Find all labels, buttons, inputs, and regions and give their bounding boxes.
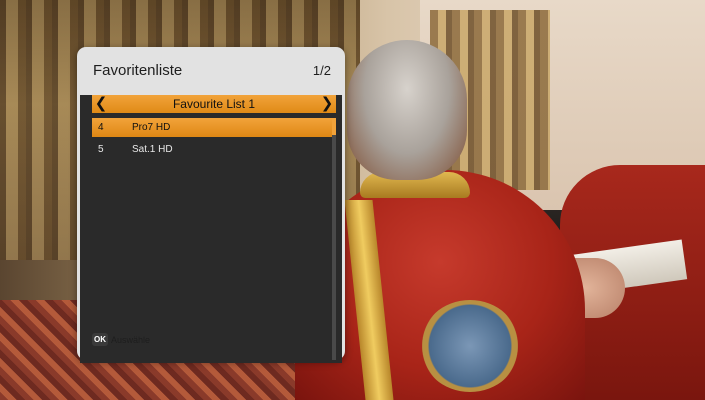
channel-row-selected[interactable]: 4 Pro7 HD <box>92 118 332 137</box>
ok-key-icon: OK <box>92 333 108 346</box>
chevron-left-icon[interactable]: ❮ <box>92 95 110 113</box>
channel-list: 4 Pro7 HD 5 Sat.1 HD <box>92 118 332 162</box>
panel-footer: OK Auswähle <box>92 333 150 346</box>
group-name: Favourite List 1 <box>172 97 256 111</box>
group-selector[interactable]: ❮ Favourite List 1 ❯ <box>92 95 336 113</box>
list-scrollbar[interactable] <box>332 118 336 360</box>
favourite-list-panel: Favoritenliste 1/2 ❮ Favourite List 1 ❯ … <box>77 47 345 363</box>
page-indicator: 1/2 <box>312 63 331 78</box>
chevron-right-icon[interactable]: ❯ <box>318 95 336 113</box>
channel-name: Sat.1 HD <box>132 144 173 155</box>
channel-row[interactable]: 5 Sat.1 HD <box>92 140 332 159</box>
footer-hint: Auswähle <box>111 334 151 345</box>
panel-title: Favoritenliste <box>93 62 183 79</box>
panel-header: Favoritenliste 1/2 <box>77 47 345 95</box>
priest-head <box>347 40 467 180</box>
robe-emblem <box>420 300 520 392</box>
channel-name: Pro7 HD <box>132 122 171 133</box>
channel-number: 5 <box>98 144 104 155</box>
channel-number: 4 <box>98 122 104 133</box>
scrollbar-thumb[interactable] <box>332 118 336 135</box>
